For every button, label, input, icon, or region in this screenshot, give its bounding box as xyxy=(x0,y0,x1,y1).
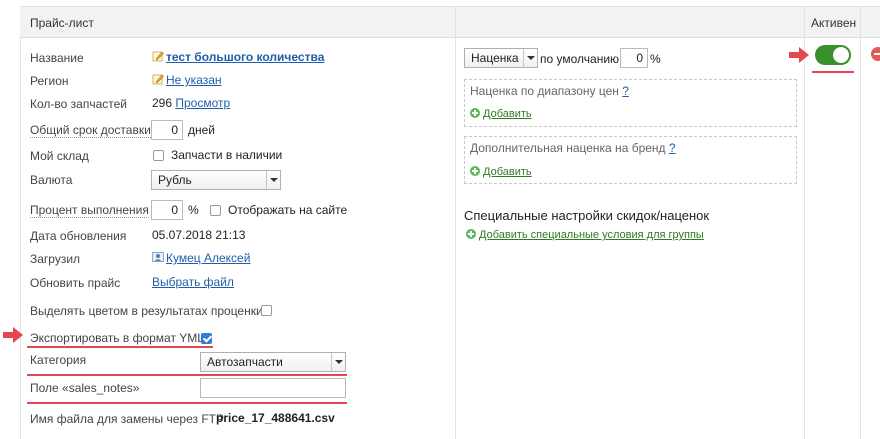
markup-type-value: Наценка xyxy=(471,51,519,65)
name-value[interactable]: тест большого количества xyxy=(152,50,324,64)
arrow-right-icon xyxy=(3,327,23,343)
highlight-underline xyxy=(812,71,854,73)
pencil-icon xyxy=(152,74,164,85)
sales-notes-label: Поле «sales_notes» xyxy=(30,381,140,395)
price-range-help-link[interactable]: ? xyxy=(622,84,629,98)
brand-markup-title: Дополнительная наценка на бренд ? xyxy=(470,141,676,155)
column-divider xyxy=(455,6,456,439)
column-divider xyxy=(804,6,805,439)
show-on-site-label: Отображать на сайте xyxy=(228,203,348,217)
markup-type-select[interactable]: Наценка xyxy=(464,48,538,68)
completion-unit: % xyxy=(188,203,199,217)
ftp-value: price_17_488641.csv xyxy=(216,411,335,425)
completion-input[interactable]: 0 xyxy=(151,200,183,220)
delivery-unit: дней xyxy=(188,123,216,137)
delivery-label: Общий срок доставки xyxy=(30,123,151,138)
chevron-down-icon xyxy=(331,353,345,371)
brand-markup-add-text: Добавить xyxy=(483,166,532,178)
name-label: Название xyxy=(30,51,84,65)
completion-label: Процент выполнения xyxy=(30,203,149,218)
price-range-title: Наценка по диапазону цен ? xyxy=(470,84,629,98)
highlight-underline xyxy=(27,346,213,348)
in-stock-label: Запчасти в наличии xyxy=(171,148,283,162)
uploaded-value[interactable]: Кумец Алексей xyxy=(152,251,250,265)
price-range-add-text: Добавить xyxy=(483,108,532,120)
category-value: Автозапчасти xyxy=(207,355,283,369)
brand-markup-help-link[interactable]: ? xyxy=(669,141,676,155)
category-label: Категория xyxy=(30,353,87,367)
pencil-icon xyxy=(152,51,164,62)
price-list-header: Прайс-лист xyxy=(30,16,94,30)
export-yml-checkbox[interactable] xyxy=(201,333,212,344)
updated-value: 05.07.2018 21:13 xyxy=(152,228,246,242)
plus-circle-icon xyxy=(470,108,480,118)
currency-select[interactable]: Рубль xyxy=(151,170,281,190)
highlight-underline xyxy=(27,374,347,376)
in-stock-checkbox[interactable] xyxy=(153,150,164,161)
special-conditions-add-link[interactable]: Добавить специальные условия для группы xyxy=(466,229,704,241)
view-parts-link[interactable]: Просмотр xyxy=(175,96,230,110)
plus-circle-icon xyxy=(466,229,476,239)
plus-circle-icon xyxy=(470,166,480,176)
special-settings-title: Специальные настройки скидок/наценок xyxy=(464,208,710,223)
region-label: Регион xyxy=(30,74,69,88)
toggle-knob xyxy=(833,47,849,63)
parts-count-number: 296 xyxy=(152,96,173,110)
region-link[interactable]: Не указан xyxy=(166,73,222,87)
user-icon xyxy=(152,252,164,262)
markup-value-input[interactable]: 0 xyxy=(620,48,648,68)
parts-count-value: 296 Просмотр xyxy=(152,96,230,110)
markup-unit: % xyxy=(650,52,661,66)
parts-count-label: Кол-во запчастей xyxy=(30,97,127,111)
delivery-input[interactable]: 0 xyxy=(151,120,183,140)
highlight-label: Выделять цветом в результатах проценки xyxy=(30,304,263,318)
brand-markup-add-link[interactable]: Добавить xyxy=(470,166,532,178)
markup-default-label: по умолчанию xyxy=(540,52,620,66)
show-on-site-checkbox[interactable] xyxy=(210,205,221,216)
my-stock-label: Мой склад xyxy=(30,149,89,163)
currency-value: Рубль xyxy=(158,173,192,187)
arrow-right-icon xyxy=(789,47,809,63)
highlight-checkbox[interactable] xyxy=(261,305,272,316)
active-column-header: Активен xyxy=(811,16,857,30)
updated-label: Дата обновления xyxy=(30,229,127,243)
highlight-underline xyxy=(27,402,347,404)
currency-label: Валюта xyxy=(30,173,73,187)
table-header: Прайс-лист Активен xyxy=(20,6,880,38)
chevron-down-icon xyxy=(266,171,280,189)
brand-markup-title-text: Дополнительная наценка на бренд xyxy=(470,141,666,155)
price-range-title-text: Наценка по диапазону цен xyxy=(470,84,619,98)
region-value[interactable]: Не указан xyxy=(152,73,222,87)
active-toggle[interactable] xyxy=(815,45,851,65)
chevron-down-icon xyxy=(523,49,537,67)
ftp-label: Имя файла для замены через FTP xyxy=(30,412,224,426)
category-select[interactable]: Автозапчасти xyxy=(200,352,346,372)
uploader-link[interactable]: Кумец Алексей xyxy=(166,251,250,265)
left-border xyxy=(20,38,21,439)
special-conditions-add-text: Добавить специальные условия для группы xyxy=(479,229,704,241)
choose-file-link[interactable]: Выбрать файл xyxy=(152,275,234,289)
delete-icon[interactable] xyxy=(871,47,880,61)
price-range-add-link[interactable]: Добавить xyxy=(470,108,532,120)
uploaded-label: Загрузил xyxy=(30,252,81,266)
name-link[interactable]: тест большого количества xyxy=(166,50,324,64)
refresh-label: Обновить прайс xyxy=(30,276,121,290)
column-divider xyxy=(860,6,861,439)
export-yml-label: Экспортировать в формат YML xyxy=(30,331,204,345)
sales-notes-input[interactable] xyxy=(200,378,346,398)
